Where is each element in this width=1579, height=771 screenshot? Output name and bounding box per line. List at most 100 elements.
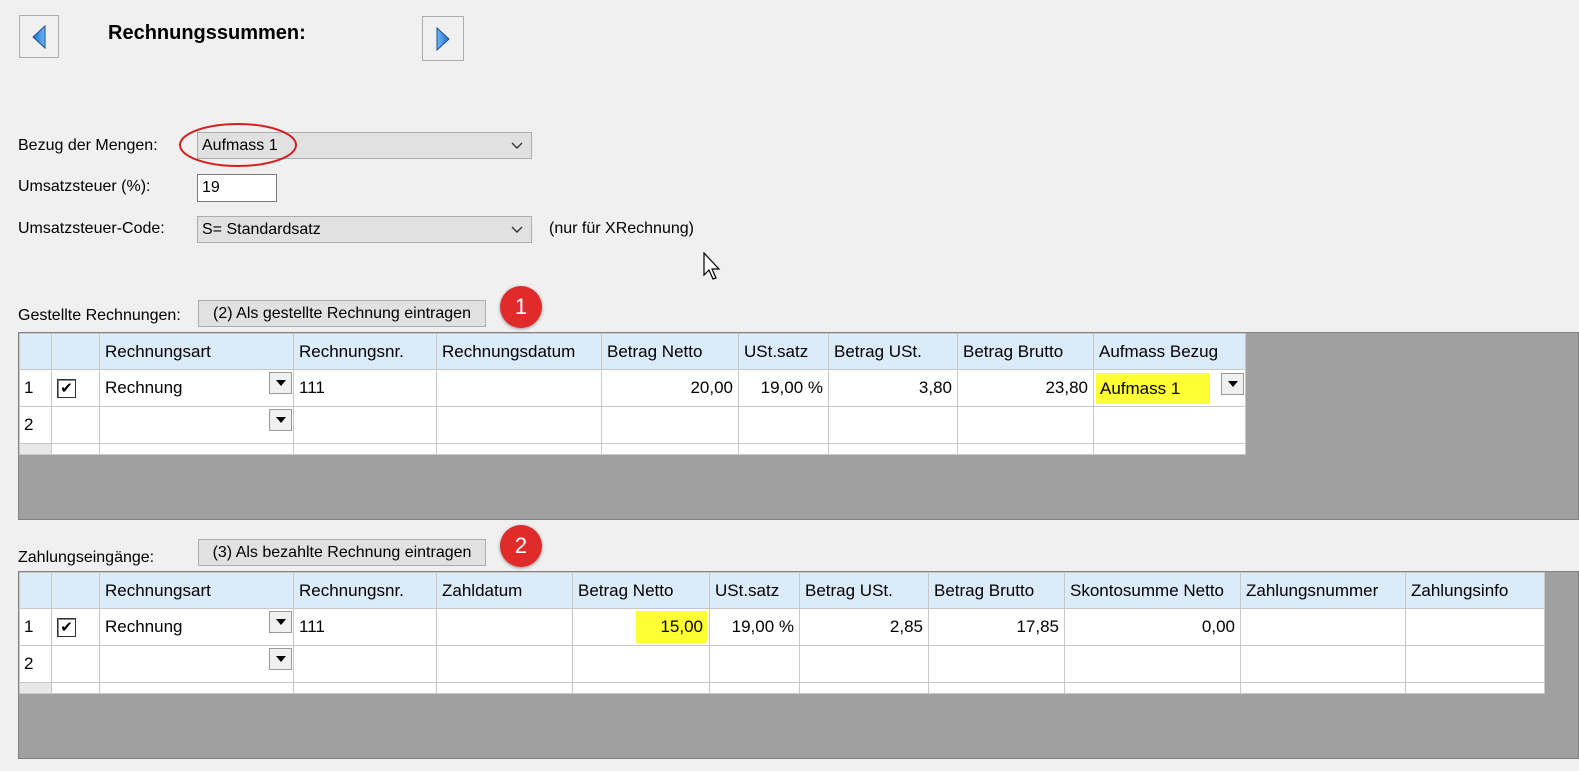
row-checkbox[interactable]: ✔ xyxy=(51,608,100,646)
triangle-right-icon xyxy=(436,26,450,51)
art-dropdown-button[interactable] xyxy=(269,372,292,394)
datum-cell[interactable] xyxy=(436,406,602,444)
column-header[interactable]: Betrag Netto xyxy=(601,333,739,370)
next-button[interactable] xyxy=(422,16,464,61)
zahlungsnummer-cell[interactable] xyxy=(1240,608,1406,646)
grid-corner xyxy=(19,572,52,609)
previous-button[interactable] xyxy=(19,15,59,58)
code-label: Umsatzsteuer-Code: xyxy=(18,220,165,237)
datum-cell[interactable] xyxy=(436,369,602,407)
column-header[interactable]: Skontosumme Netto xyxy=(1064,572,1241,609)
code-select-value: S= Standardsatz xyxy=(202,220,321,238)
column-header[interactable]: Zahlungsnummer xyxy=(1240,572,1406,609)
art-cell[interactable] xyxy=(99,406,294,444)
column-header[interactable]: Rechnungsdatum xyxy=(436,333,602,370)
nr-cell[interactable]: 111 xyxy=(293,369,437,407)
column-header[interactable]: Betrag USt. xyxy=(828,333,958,370)
art-value: Rechnung xyxy=(105,617,183,636)
zahlungsinfo-cell[interactable] xyxy=(1405,645,1545,683)
column-header[interactable]: USt.satz xyxy=(709,572,800,609)
column-header[interactable]: Aufmass Bezug xyxy=(1093,333,1246,370)
check-column-header xyxy=(51,333,100,370)
column-header[interactable]: Betrag Netto xyxy=(572,572,710,609)
netto-cell[interactable]: 15,00 xyxy=(572,608,710,646)
add-invoice-button[interactable]: (2) Als gestellte Rechnung eintragen xyxy=(198,300,486,327)
ust-cell[interactable]: 2,85 xyxy=(799,608,929,646)
bezug-value: Aufmass 1 xyxy=(1096,372,1211,404)
triangle-down-icon xyxy=(275,619,286,625)
column-header[interactable]: Betrag Brutto xyxy=(957,333,1094,370)
art-cell[interactable]: Rechnung xyxy=(99,369,294,407)
step-badge-2: 2 xyxy=(500,525,542,567)
skonto-cell[interactable] xyxy=(1064,645,1241,683)
brutto-cell[interactable] xyxy=(957,406,1094,444)
satz-cell[interactable] xyxy=(709,645,800,683)
triangle-left-icon xyxy=(32,24,46,49)
art-cell[interactable] xyxy=(99,645,294,683)
add-payment-button[interactable]: (3) Als bezahlte Rechnung eintragen xyxy=(198,539,486,566)
column-header[interactable]: Rechnungsart xyxy=(99,333,294,370)
satz-cell[interactable]: 19,00 % xyxy=(738,369,829,407)
art-dropdown-button[interactable] xyxy=(269,409,292,431)
netto-cell[interactable]: 20,00 xyxy=(601,369,739,407)
skonto-cell[interactable]: 0,00 xyxy=(1064,608,1241,646)
column-header[interactable]: Betrag Brutto xyxy=(928,572,1065,609)
zahldatum-cell[interactable] xyxy=(436,645,573,683)
page-title: Rechnungssummen: xyxy=(108,22,306,44)
triangle-down-icon xyxy=(1227,381,1238,387)
column-header[interactable]: Zahlungsinfo xyxy=(1405,572,1545,609)
ust-cell[interactable] xyxy=(828,406,958,444)
brutto-cell[interactable]: 17,85 xyxy=(928,608,1065,646)
step-badge-1: 1 xyxy=(500,286,542,328)
code-select[interactable]: S= Standardsatz xyxy=(197,216,532,243)
row-checkbox[interactable] xyxy=(51,645,100,683)
netto-cell[interactable] xyxy=(572,645,710,683)
grid-corner xyxy=(19,333,52,370)
row-checkbox[interactable]: ✔ xyxy=(51,369,100,407)
bezug-label: Bezug der Mengen: xyxy=(18,137,158,154)
chevron-down-icon xyxy=(511,142,523,149)
triangle-down-icon xyxy=(275,417,286,423)
row-number: 2 xyxy=(19,645,52,683)
check-icon[interactable]: ✔ xyxy=(57,618,76,637)
column-header[interactable]: Rechnungsnr. xyxy=(293,333,437,370)
bezug-cell[interactable] xyxy=(1093,406,1246,444)
art-cell[interactable]: Rechnung xyxy=(99,608,294,646)
row-checkbox[interactable] xyxy=(51,406,100,444)
brutto-cell[interactable] xyxy=(928,645,1065,683)
check-icon[interactable]: ✔ xyxy=(57,379,76,398)
row-number: 1 xyxy=(19,608,52,646)
column-header[interactable]: Zahldatum xyxy=(436,572,573,609)
row-number: 2 xyxy=(19,406,52,444)
ust-label: Umsatzsteuer (%): xyxy=(18,178,151,195)
brutto-cell[interactable]: 23,80 xyxy=(957,369,1094,407)
netto-cell[interactable] xyxy=(601,406,739,444)
art-dropdown-button[interactable] xyxy=(269,611,292,633)
nr-cell[interactable] xyxy=(293,645,437,683)
satz-cell[interactable]: 19,00 % xyxy=(709,608,800,646)
table-row-stub xyxy=(19,682,1545,694)
ust-input[interactable]: 19 xyxy=(197,174,277,202)
chevron-down-icon xyxy=(511,226,523,233)
annotation-circle xyxy=(179,123,297,167)
triangle-down-icon xyxy=(275,380,286,386)
ust-cell[interactable]: 3,80 xyxy=(828,369,958,407)
nr-cell[interactable]: 111 xyxy=(293,608,437,646)
bezug-dropdown-button[interactable] xyxy=(1221,373,1244,395)
column-header[interactable]: USt.satz xyxy=(738,333,829,370)
column-header[interactable]: Betrag USt. xyxy=(799,572,929,609)
satz-cell[interactable] xyxy=(738,406,829,444)
nr-cell[interactable] xyxy=(293,406,437,444)
bezug-cell[interactable]: Aufmass 1 xyxy=(1093,369,1246,407)
table-row-stub xyxy=(19,443,1246,455)
zahlungsnummer-cell[interactable] xyxy=(1240,645,1406,683)
art-dropdown-button[interactable] xyxy=(269,648,292,670)
table-row: 1 ✔ Rechnung 111 20,00 19,00 % 3,80 23,8… xyxy=(19,369,1246,407)
column-header[interactable]: Rechnungsnr. xyxy=(293,572,437,609)
zahldatum-cell[interactable] xyxy=(436,608,573,646)
row-number: 1 xyxy=(19,369,52,407)
zahlungsinfo-cell[interactable] xyxy=(1405,608,1545,646)
check-column-header xyxy=(51,572,100,609)
column-header[interactable]: Rechnungsart xyxy=(99,572,294,609)
ust-cell[interactable] xyxy=(799,645,929,683)
